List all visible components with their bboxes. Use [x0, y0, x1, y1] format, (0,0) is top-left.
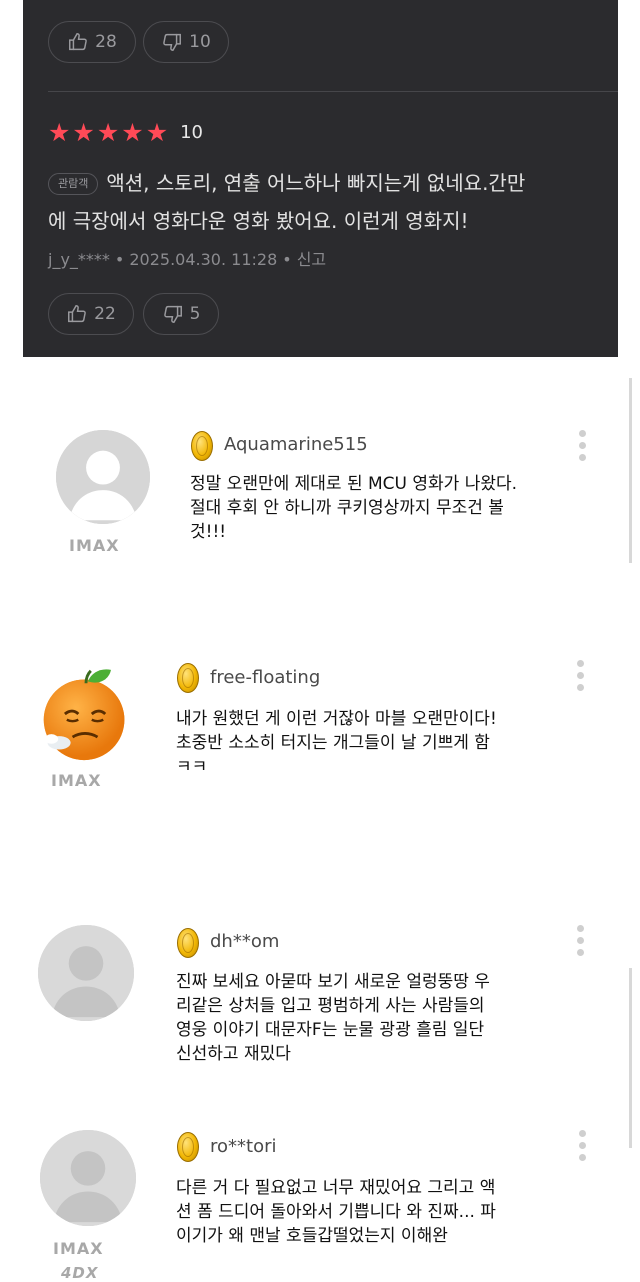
like-count: 28 [95, 32, 117, 52]
thumbs-up-icon [69, 33, 87, 51]
star-icon: ★ [72, 118, 95, 147]
comment-text: 내가 원했던 게 이런 거잖아 마블 오랜만이다! 초중반 소소히 터지는 개그… [176, 707, 576, 779]
username[interactable]: ro**tori [210, 1136, 277, 1157]
avatar[interactable] [40, 1130, 136, 1226]
comment-line: 초중반 소소히 터지는 개그들이 날 기쁘게 함 [176, 733, 490, 753]
star-icon: ★ [121, 118, 144, 147]
more-options-icon[interactable] [577, 660, 585, 691]
review-panel: 28 10 ★ ★ ★ ★ ★ 10 관람객 액션, 스토리, 연출 어느하나 빠… [23, 0, 618, 357]
more-options-icon[interactable] [577, 925, 585, 956]
more-options-icon[interactable] [579, 1130, 587, 1161]
comment-line: 이기가 왜 맨날 호들갑떨었는지 이해완 [176, 1226, 448, 1246]
comment-line: 것!!! [190, 522, 227, 542]
scrollbar[interactable] [629, 378, 632, 563]
format-badge: IMAX [69, 536, 120, 555]
username[interactable]: free-floating [210, 667, 320, 688]
review-text-line: 액션, 스토리, 연출 어느하나 빠지는게 없네요.간만 [106, 171, 526, 195]
username[interactable]: dh**om [210, 931, 279, 952]
review-date: 2025.04.30. 11:28 [129, 250, 278, 269]
divider [48, 91, 618, 92]
comment-text: 다른 거 다 필요없고 너무 재밌어요 그리고 액 션 폼 드디어 돌아와서 기… [176, 1176, 576, 1248]
like-count: 22 [94, 304, 116, 324]
thumbs-down-icon [163, 33, 182, 51]
comment-text: 진짜 보세요 아묻따 보기 새로운 얼렁뚱땅 우 리같은 상처들 입고 평범하게… [176, 970, 576, 1066]
dislike-button[interactable]: 5 [143, 293, 219, 335]
format-badge: IMAX [53, 1239, 104, 1258]
rating-score: 10 [180, 122, 204, 143]
scrollbar[interactable] [629, 968, 632, 1148]
username[interactable]: Aquamarine515 [224, 434, 368, 455]
comment-line: 션 폼 드디어 돌아와서 기쁩니다 와 진짜... 파 [176, 1202, 496, 1222]
comment-line: ㅋㅋ [176, 757, 208, 777]
coin-icon [177, 663, 199, 693]
tired-tangerine-icon [43, 669, 125, 761]
comment-text: 정말 오랜만에 제대로 된 MCU 영화가 나왔다. 절대 후회 안 하니까 쿠… [190, 472, 590, 544]
star-icon: ★ [145, 118, 169, 147]
comment-line: 영웅 이야기 대문자F는 눈물 광광 흘림 일단 [176, 1020, 485, 1040]
report-link[interactable]: 신고 [297, 250, 326, 269]
comment-line: 다른 거 다 필요없고 너무 재밌어요 그리고 액 [176, 1178, 496, 1198]
coin-icon [191, 431, 213, 461]
default-user-icon [38, 925, 134, 1021]
comment-line: 정말 오랜만에 제대로 된 MCU 영화가 나왔다. [190, 474, 518, 494]
format-badge: IMAX [51, 771, 102, 790]
avatar[interactable] [56, 430, 150, 524]
default-user-icon [40, 1130, 136, 1226]
star-icon: ★ [48, 118, 71, 147]
comment-line: 절대 후회 안 하니까 쿠키영상까지 무조건 볼 [190, 498, 504, 518]
thumbs-down-icon [163, 305, 182, 323]
review-author: j_y_**** [48, 250, 110, 269]
default-user-icon [56, 430, 150, 524]
like-button[interactable]: 22 [48, 293, 134, 335]
dislike-count: 10 [189, 32, 211, 52]
comment-line: 진짜 보세요 아묻따 보기 새로운 얼렁뚱땅 우 [176, 972, 490, 992]
format-badge-4dx: 4DX [61, 1264, 99, 1282]
comment-line: 내가 원했던 게 이런 거잖아 마블 오랜만이다! [176, 709, 497, 729]
comment-line: 리같은 상처들 입고 평범하게 사는 사람들의 [176, 996, 485, 1016]
avatar[interactable] [38, 664, 134, 764]
dislike-count: 5 [189, 304, 201, 324]
viewer-badge: 관람객 [48, 173, 99, 195]
avatar[interactable] [38, 925, 134, 1021]
thumbs-up-icon [68, 305, 86, 323]
review-text: 관람객 액션, 스토리, 연출 어느하나 빠지는게 없네요.간만 에 극장에서 영… [48, 164, 588, 240]
star-icon: ★ [96, 118, 120, 147]
dislike-button[interactable]: 10 [143, 21, 229, 63]
coin-icon [177, 928, 199, 958]
review-text-line: 에 극장에서 영화다운 영화 봤어요. 이런게 영화지! [48, 209, 469, 233]
coin-icon [177, 1132, 199, 1162]
more-options-icon[interactable] [579, 430, 587, 461]
comment-line: 신선하고 재밌다 [176, 1044, 291, 1064]
star-rating: ★ ★ ★ ★ ★ 10 [48, 120, 203, 145]
review-meta: j_y_**** • 2025.04.30. 11:28 • 신고 [48, 250, 327, 269]
like-button[interactable]: 28 [48, 21, 136, 63]
